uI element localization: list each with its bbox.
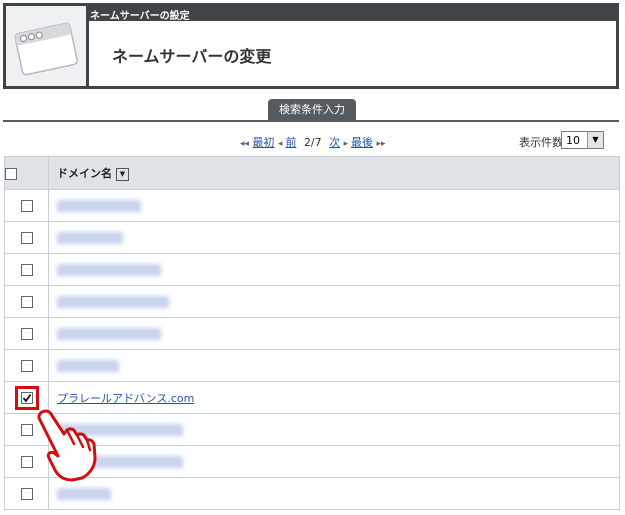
search-conditions-tab[interactable]: 検索条件入力 (268, 99, 356, 120)
checkbox-highlight (14, 385, 39, 410)
first-page-link[interactable]: 最初 (253, 136, 275, 149)
last-arrow-icon: ▸▸ (376, 139, 386, 149)
select-all-cell (4, 156, 49, 190)
pointing-hand-icon (37, 409, 97, 482)
table-row (4, 317, 620, 350)
redacted-domain (57, 264, 161, 276)
page-title: ネームサーバーの変更 (112, 47, 272, 66)
next-arrow-icon: ▸ (343, 139, 352, 149)
row-checkbox[interactable] (20, 456, 33, 468)
table-header-row: ドメイン名 ▼ (4, 156, 620, 190)
per-page-select[interactable]: 10 ▼ (561, 131, 604, 149)
window-app-icon (6, 6, 86, 86)
redacted-domain (57, 232, 123, 244)
domain-column-label: ドメイン名 (57, 167, 112, 180)
row-checkbox[interactable] (20, 232, 33, 244)
table-row (4, 221, 620, 254)
table-row (4, 349, 620, 382)
section-label: ネームサーバーの設定 (90, 11, 190, 22)
row-checkbox[interactable] (20, 360, 33, 372)
per-page-label: 表示件数 (519, 136, 563, 149)
row-checkbox[interactable] (20, 296, 33, 308)
redacted-domain (57, 488, 111, 500)
domain-column-header: ドメイン名 ▼ (48, 156, 620, 190)
redacted-domain (57, 200, 141, 212)
domain-link[interactable]: プラレールアドバンス.com (57, 392, 194, 405)
row-checkbox[interactable] (20, 264, 33, 276)
pagination: ◂◂ 最初 ◂ 前 2/7 次 ▸ 最後 ▸▸ (240, 134, 386, 150)
row-checkbox[interactable] (20, 328, 33, 340)
title-panel: ネームサーバーの変更 (89, 21, 616, 86)
table-row (4, 189, 620, 222)
row-checkbox[interactable] (20, 424, 33, 436)
select-all-checkbox[interactable] (5, 167, 17, 180)
chevron-down-icon[interactable]: ▼ (587, 132, 603, 148)
redacted-domain (57, 360, 119, 372)
row-checkbox[interactable] (20, 200, 33, 212)
table-row (4, 477, 620, 510)
redacted-domain (57, 328, 161, 340)
prev-page-link[interactable]: 前 (285, 136, 296, 149)
next-page-link[interactable]: 次 (329, 136, 340, 149)
table-row (4, 253, 620, 286)
table-row (4, 285, 620, 318)
redacted-domain (57, 296, 169, 308)
per-page-value: 10 (566, 134, 580, 147)
row-checkbox-checked[interactable] (20, 391, 33, 404)
last-page-link[interactable]: 最後 (351, 136, 373, 149)
row-checkbox[interactable] (20, 488, 33, 500)
first-arrow-icon: ◂◂ (240, 139, 250, 149)
page-indicator: 2/7 (303, 136, 322, 149)
page-header: ネームサーバーの設定 ネームサーバーの変更 (3, 3, 619, 89)
sort-down-icon[interactable]: ▼ (116, 167, 129, 181)
tab-divider (3, 120, 619, 122)
